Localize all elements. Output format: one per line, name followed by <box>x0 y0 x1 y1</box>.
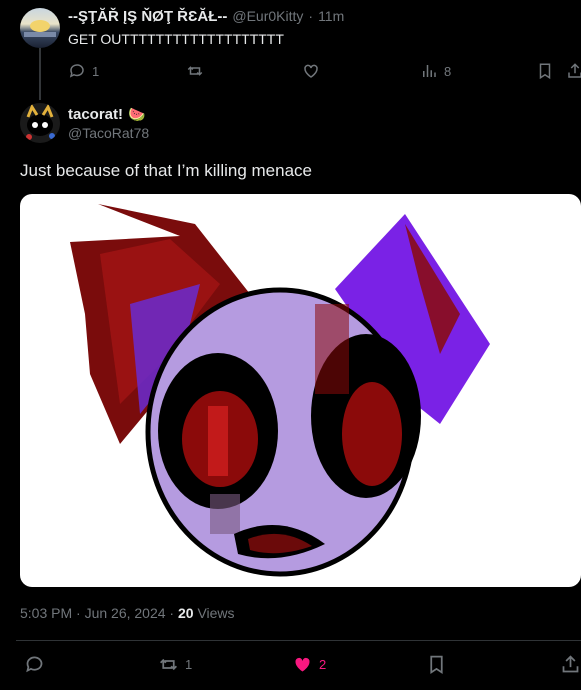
avatar-image <box>26 103 55 140</box>
bookmark-icon <box>430 655 443 675</box>
main-text: Just because of that I’m killing menace <box>20 161 312 180</box>
main-header-name-row: tacorat! 🍉 <box>68 106 145 123</box>
share-button[interactable] <box>560 654 581 675</box>
retweet-count: 1 <box>185 657 193 672</box>
parent-header: --ŞŢĂŘ ĮŞ ŇØŢ ŘƐĂŁ-- @Eur0Kitty · 11m <box>68 8 344 25</box>
tweet-media-image[interactable] <box>20 194 581 587</box>
reply-button[interactable] <box>24 654 45 675</box>
main-avatar[interactable] <box>20 103 60 143</box>
parent-display-name[interactable]: --ŞŢĂŘ ĮŞ ŇØŢ ŘƐĂŁ-- <box>68 8 227 25</box>
share-button[interactable] <box>566 62 581 80</box>
main-display-name[interactable]: tacorat! <box>68 106 123 123</box>
reply-button[interactable]: 1 <box>68 62 99 80</box>
share-icon <box>568 63 581 78</box>
main-action-bar: 1 2 <box>24 654 581 676</box>
like-button[interactable]: 2 <box>292 654 326 675</box>
like-icon <box>295 657 310 672</box>
tweet-meta: 5:03 PM · Jun 26, 2024 · 20 Views <box>20 605 235 621</box>
retweet-button[interactable]: 1 <box>158 654 192 675</box>
share-icon <box>562 655 579 673</box>
views-button[interactable]: 8 <box>420 62 451 80</box>
retweet-icon <box>160 658 177 671</box>
bookmark-icon <box>539 63 551 80</box>
views-count: 8 <box>444 63 452 79</box>
like-button[interactable] <box>302 62 320 80</box>
reply-count: 1 <box>92 63 100 79</box>
thread-connector <box>39 48 41 100</box>
retweet-button[interactable] <box>186 62 204 80</box>
parent-text: GET OUTTTTTTTTTTTTTTTTTTT <box>68 31 284 47</box>
tweet-views-count: 20 <box>177 605 194 621</box>
parent-avatar[interactable] <box>20 8 60 48</box>
menace-drawing <box>70 204 490 577</box>
parent-action-bar: 1 8 <box>68 62 581 82</box>
reply-icon <box>69 64 84 78</box>
tweet-timestamp[interactable]: 5:03 PM · Jun 26, 2024 · <box>20 605 178 621</box>
bookmark-button[interactable] <box>426 654 447 675</box>
retweet-icon <box>187 66 203 76</box>
bookmark-button[interactable] <box>536 62 554 80</box>
like-icon <box>304 64 318 78</box>
watermelon-emoji-icon: 🍉 <box>128 106 146 122</box>
main-handle[interactable]: @TacoRat78 <box>68 125 149 141</box>
parent-time[interactable]: 11m <box>318 8 344 24</box>
tweet-views-label: Views <box>193 605 235 621</box>
divider <box>16 640 581 641</box>
parent-handle[interactable]: @Eur0Kitty <box>232 8 303 24</box>
parent-separator: · <box>308 8 314 24</box>
reply-icon <box>26 656 43 673</box>
like-count: 2 <box>319 657 327 672</box>
views-icon <box>423 65 436 77</box>
avatar-image <box>24 20 56 37</box>
